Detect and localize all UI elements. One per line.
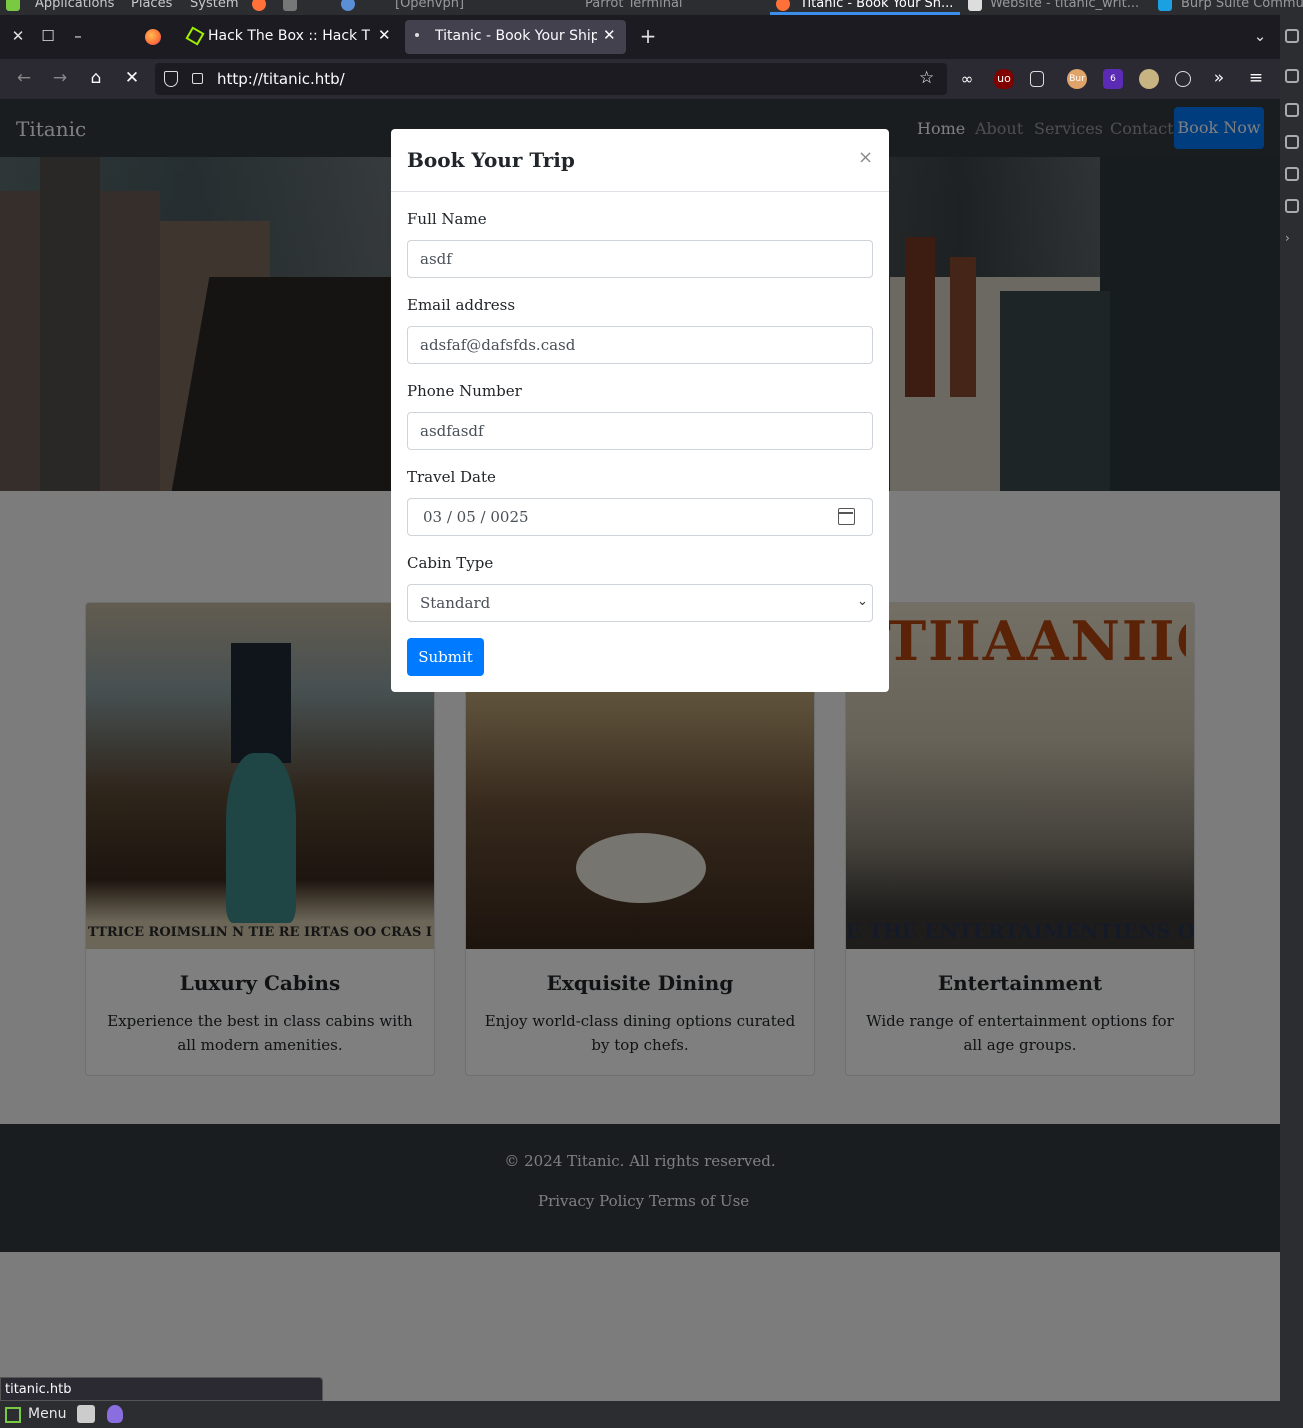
loading-dot-icon: [415, 33, 419, 37]
booking-modal: Book Your Trip × Full Name asdf Email ad…: [391, 129, 889, 692]
menu-logo-icon[interactable]: [5, 1407, 21, 1423]
parrot-logo-icon[interactable]: [6, 0, 20, 11]
menu-button[interactable]: Menu: [28, 1406, 66, 1422]
side-tool-icon[interactable]: [1285, 103, 1299, 117]
tab-titanic[interactable]: Titanic - Book Your Ship T ✕: [405, 20, 626, 54]
navigation-toolbar: ← → ⌂ ✕ http://titanic.htb/ ☆ ∞ uo Bur 6…: [0, 59, 1280, 99]
full-name-input[interactable]: asdf: [407, 240, 873, 278]
maximize-window-icon[interactable]: ☐: [38, 27, 58, 45]
close-tab-icon[interactable]: ✕: [603, 26, 616, 44]
burp-icon: [1158, 0, 1172, 11]
firefox-view-icon[interactable]: [145, 29, 161, 45]
cookie-editor-icon[interactable]: [1139, 69, 1159, 89]
modal-title: Book Your Trip: [407, 148, 575, 172]
cabin-type-value: Standard: [420, 594, 491, 612]
minimize-window-icon[interactable]: –: [68, 27, 88, 45]
places-menu[interactable]: Places: [131, 0, 172, 11]
phone-label: Phone Number: [407, 382, 522, 400]
tab-list-chevron-icon[interactable]: ⌄: [1250, 27, 1270, 45]
firefox-launcher-icon[interactable]: [252, 0, 266, 11]
app-launcher-icon[interactable]: [341, 0, 355, 11]
chevron-down-icon: ⌄: [857, 594, 868, 609]
bookmark-star-icon[interactable]: ☆: [919, 68, 934, 88]
settings-palette-icon[interactable]: [1175, 71, 1191, 87]
close-modal-icon[interactable]: ×: [858, 147, 873, 168]
hackthebox-favicon-icon: [185, 26, 205, 46]
os-top-panel: Applications Places System [Openvpn] Par…: [0, 0, 1303, 15]
side-tool-icon[interactable]: [1285, 167, 1299, 181]
email-input[interactable]: adsfaf@dafsfds.casd: [407, 326, 873, 364]
window-openvpn[interactable]: [Openvpn]: [395, 0, 464, 11]
modal-header: Book Your Trip ×: [391, 129, 889, 192]
phone-value: asdfasdf: [420, 422, 484, 440]
window-titanic[interactable]: Titanic - Book Your Sh...: [800, 0, 953, 11]
extensions-puzzle-icon[interactable]: [1030, 71, 1044, 87]
tab-bar: ✕ ☐ – Hack The Box :: Hack The B ✕ Titan…: [0, 15, 1280, 59]
back-arrow-icon[interactable]: ←: [13, 68, 35, 88]
phone-input[interactable]: asdfasdf: [407, 412, 873, 450]
side-tool-icon[interactable]: [1285, 29, 1299, 43]
home-icon[interactable]: ⌂: [85, 68, 107, 88]
terminal-launcher-icon[interactable]: [283, 0, 297, 11]
burp-proxy-icon[interactable]: Bur: [1067, 69, 1087, 89]
file-manager-icon[interactable]: [77, 1405, 95, 1423]
window-website[interactable]: Website - titanic_writ...: [990, 0, 1139, 11]
travel-date-label: Travel Date: [407, 468, 496, 486]
os-taskbar: Menu: [0, 1401, 1303, 1428]
side-tool-icon[interactable]: [1285, 135, 1299, 149]
hamburger-menu-icon[interactable]: ≡: [1245, 68, 1267, 88]
side-tool-icon[interactable]: [1285, 69, 1299, 83]
new-tab-icon[interactable]: +: [638, 24, 658, 48]
web-page: Titanic Home About Services Contact Book…: [0, 99, 1280, 1401]
full-name-label: Full Name: [407, 210, 487, 228]
side-chevron-icon[interactable]: ›: [1285, 231, 1299, 245]
link-status-bar: titanic.htb: [0, 1377, 323, 1401]
email-label: Email address: [407, 296, 516, 314]
system-menu[interactable]: System: [190, 0, 238, 11]
close-window-icon[interactable]: ✕: [8, 27, 28, 45]
app-taskbar-icon[interactable]: [107, 1405, 123, 1423]
private-mask-icon[interactable]: ∞: [957, 69, 977, 89]
applications-menu[interactable]: Applications: [35, 0, 114, 11]
calendar-icon[interactable]: [838, 508, 855, 525]
cabin-type-label: Cabin Type: [407, 554, 494, 572]
ublock-icon[interactable]: uo: [994, 69, 1014, 89]
side-tool-icon[interactable]: [1285, 199, 1299, 213]
status-url: titanic.htb: [5, 1382, 72, 1397]
travel-date-value: 03 / 05 / 0025: [423, 508, 529, 526]
wappalyzer-icon[interactable]: 6: [1103, 69, 1123, 89]
forward-arrow-icon[interactable]: →: [49, 68, 71, 88]
stop-loading-icon[interactable]: ✕: [121, 68, 143, 88]
full-name-value: asdf: [420, 250, 452, 268]
tab-title: Hack The Box :: Hack The B: [208, 28, 370, 44]
url-text[interactable]: http://titanic.htb/: [217, 70, 345, 88]
tab-title: Titanic - Book Your Ship T: [435, 28, 597, 44]
firefox-window-icon: [776, 0, 790, 11]
submit-button[interactable]: Submit: [407, 638, 484, 676]
tab-hackthebox[interactable]: Hack The Box :: Hack The B ✕: [178, 20, 398, 54]
window-terminal[interactable]: Parrot Terminal: [585, 0, 683, 11]
more-tools-chevron-icon[interactable]: »: [1208, 68, 1230, 88]
side-panel-strip: ›: [1280, 15, 1303, 1401]
document-icon: [968, 0, 982, 11]
travel-date-input[interactable]: 03 / 05 / 0025: [407, 498, 873, 536]
cabin-type-select[interactable]: Standard ⌄: [407, 584, 873, 622]
email-value: adsfaf@dafsfds.casd: [420, 336, 576, 354]
close-tab-icon[interactable]: ✕: [378, 26, 391, 44]
window-burp[interactable]: Burp Suite Commu: [1181, 0, 1303, 11]
shield-icon[interactable]: [164, 71, 178, 87]
url-bar[interactable]: http://titanic.htb/ ☆: [155, 63, 947, 95]
lock-icon[interactable]: [192, 73, 203, 84]
